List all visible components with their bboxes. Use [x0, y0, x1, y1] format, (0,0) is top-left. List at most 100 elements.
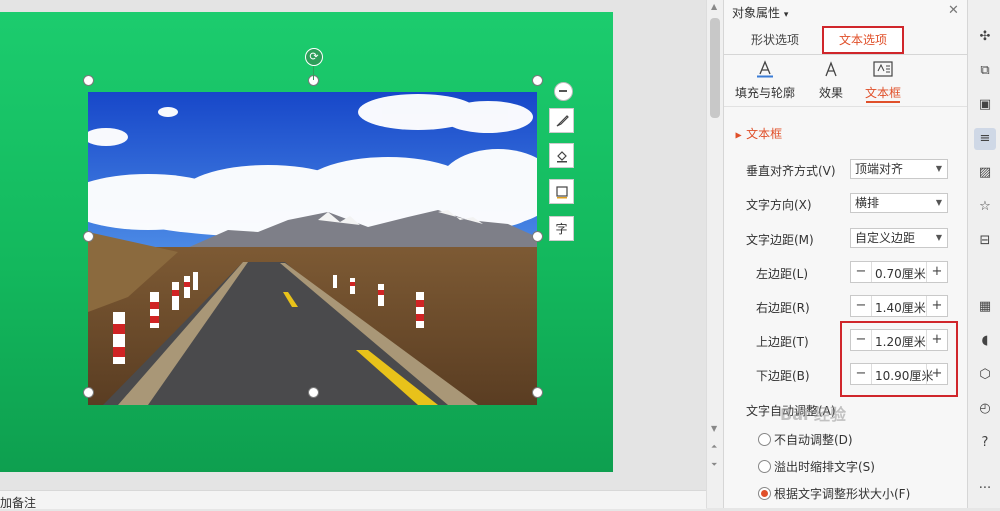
decrement-button[interactable]: − — [851, 296, 872, 316]
subtab-fill-outline-label: 填充与轮廓 — [734, 86, 795, 100]
right-margin-value[interactable]: 1.40厘米 — [875, 299, 926, 316]
text-margin-value: 自定义边距 — [855, 231, 916, 245]
chevron-down-icon: ▼ — [935, 198, 942, 207]
radio-no-autofit[interactable] — [758, 433, 771, 446]
image-icon[interactable]: ▦ — [974, 296, 996, 318]
collapse-icon[interactable] — [554, 82, 573, 101]
slide-canvas-area: ⟳ 字 加备注 — [0, 0, 706, 511]
tab-shape-options[interactable]: 形状选项 — [730, 26, 820, 54]
text-margin-label: 文字边距(M) — [746, 233, 814, 247]
history-icon[interactable]: ◴ — [974, 398, 996, 420]
textbox-icon — [873, 61, 893, 77]
rotate-stem — [313, 64, 314, 80]
picture-icon[interactable]: ▨ — [974, 162, 996, 184]
panel-header: 对象属性 ▾ ✕ — [724, 0, 967, 24]
chevron-down-icon: ▾ — [783, 10, 789, 20]
canvas-scrollbar[interactable]: ▲ ▼ ⏶ ⏷ — [706, 0, 723, 508]
text-effect-icon — [825, 61, 837, 77]
text-margin-select[interactable]: 自定义边距 ▼ — [850, 228, 948, 248]
increment-button[interactable]: + — [926, 330, 947, 350]
audio-icon[interactable]: ◖ — [974, 330, 996, 352]
resize-handle-bottom-left[interactable] — [83, 387, 94, 398]
scroll-thumb[interactable] — [710, 18, 720, 118]
right-margin-label: 右边距(R) — [756, 301, 810, 315]
increment-button[interactable]: + — [926, 262, 947, 282]
subtab-fill-outline[interactable]: 填充与轮廓 — [730, 56, 800, 104]
right-sidebar-rail: ✣ ⧉ ▣ ≡ ▨ ☆ ⊟ ▦ ◖ ⬡ ◴ ? ··· — [967, 0, 1000, 508]
text-direction-select[interactable]: 横排 ▼ — [850, 193, 948, 213]
resize-handle-top-right[interactable] — [532, 75, 543, 86]
bottom-margin-stepper[interactable]: − 10.90厘米 + — [850, 363, 948, 385]
prev-page-icon[interactable]: ⏶ — [711, 442, 717, 452]
text-icon[interactable]: 字 — [549, 216, 574, 241]
chevron-down-icon: ▼ — [935, 164, 942, 173]
radio-shrink-on-overflow[interactable] — [758, 460, 771, 473]
shield-icon[interactable]: ⬡ — [974, 364, 996, 386]
decrement-button[interactable]: − — [851, 364, 872, 384]
resize-handle-bottom-right[interactable] — [532, 387, 543, 398]
section-textbox-title[interactable]: 文本框 — [736, 125, 782, 142]
scroll-up-icon[interactable]: ▲ — [711, 2, 717, 11]
top-margin-label: 上边距(T) — [756, 335, 809, 349]
bottom-margin-label: 下边距(B) — [756, 369, 810, 383]
top-margin-value[interactable]: 1.20厘米 — [875, 333, 926, 350]
pin-icon[interactable]: ✣ — [974, 26, 996, 48]
landscape-image — [88, 92, 537, 405]
brush-icon[interactable] — [549, 108, 574, 133]
fill-bucket-icon[interactable] — [549, 143, 574, 168]
radio-resize-shape[interactable] — [758, 487, 771, 500]
text-direction-value: 横排 — [855, 196, 880, 210]
increment-button[interactable]: + — [926, 296, 947, 316]
help-icon[interactable]: ? — [974, 432, 996, 454]
more-icon[interactable]: ··· — [974, 478, 996, 500]
decrement-button[interactable]: − — [851, 262, 872, 282]
panel-title-text: 对象属性 — [732, 6, 781, 20]
watermark: Bai 经验 — [780, 405, 847, 424]
copy-layout-icon[interactable]: ⧉ — [974, 60, 996, 82]
object-properties-panel: 对象属性 ▾ ✕ 形状选项 文本选项 填充与轮廓 效果 文本框 文本框 垂直对齐… — [723, 0, 967, 508]
top-margin-stepper[interactable]: − 1.20厘米 + — [850, 329, 948, 351]
properties-icon[interactable]: ≡ — [974, 128, 996, 150]
bottom-margin-value[interactable]: 10.90厘米 — [875, 367, 933, 384]
star-icon[interactable]: ☆ — [974, 196, 996, 218]
panel-title[interactable]: 对象属性 ▾ — [732, 4, 788, 21]
option-tab-bar: 形状选项 文本选项 — [724, 26, 967, 55]
increment-button[interactable]: + — [926, 364, 947, 384]
resize-handle-right[interactable] — [532, 231, 543, 242]
subtab-textbox-label: 文本框 — [864, 86, 901, 100]
radio-shrink-on-overflow-label[interactable]: 溢出时缩排文字(S) — [774, 458, 875, 475]
next-page-icon[interactable]: ⏷ — [711, 460, 717, 470]
rotate-icon[interactable]: ⟳ — [305, 48, 323, 66]
left-margin-label: 左边距(L) — [756, 267, 809, 281]
text-icon-glyph: 字 — [555, 222, 568, 236]
left-margin-stepper[interactable]: − 0.70厘米 + — [850, 261, 948, 283]
decrement-button[interactable]: − — [851, 330, 872, 350]
image-edit-icon[interactable]: ▣ — [974, 94, 996, 116]
radio-no-autofit-label[interactable]: 不自动调整(D) — [774, 431, 853, 448]
subtab-textbox[interactable]: 文本框 — [848, 56, 918, 104]
tab-text-options[interactable]: 文本选项 — [822, 26, 904, 54]
scroll-down-icon[interactable]: ▼ — [711, 424, 717, 433]
panel-body: 文本框 垂直对齐方式(V) 顶端对齐▼ 文字方向(X) 横排▼ 文字边距(M) … — [724, 106, 967, 509]
slide[interactable] — [0, 12, 613, 472]
notes-bar[interactable]: 加备注 — [0, 490, 706, 511]
vertical-align-value: 顶端对齐 — [855, 162, 904, 176]
archive-icon[interactable]: ⊟ — [974, 230, 996, 252]
resize-handle-left[interactable] — [83, 231, 94, 242]
right-margin-stepper[interactable]: − 1.40厘米 + — [850, 295, 948, 317]
radio-resize-shape-label[interactable]: 根据文字调整形状大小(F) — [774, 485, 910, 502]
vertical-align-select[interactable]: 顶端对齐 ▼ — [850, 159, 948, 179]
resize-handle-bottom[interactable] — [308, 387, 319, 398]
left-margin-value[interactable]: 0.70厘米 — [875, 265, 926, 282]
vertical-align-label: 垂直对齐方式(V) — [746, 164, 836, 178]
outline-icon[interactable] — [549, 179, 574, 204]
close-icon[interactable]: ✕ — [948, 3, 959, 18]
notes-label[interactable]: 加备注 — [0, 494, 36, 511]
sub-tab-bar: 填充与轮廓 效果 文本框 — [724, 56, 967, 104]
resize-handle-top-left[interactable] — [83, 75, 94, 86]
text-fill-icon — [757, 60, 773, 78]
text-direction-label: 文字方向(X) — [746, 198, 812, 212]
active-subtab-underline — [866, 101, 900, 103]
road-mountain-picture[interactable] — [88, 92, 537, 405]
chevron-down-icon: ▼ — [935, 233, 942, 242]
